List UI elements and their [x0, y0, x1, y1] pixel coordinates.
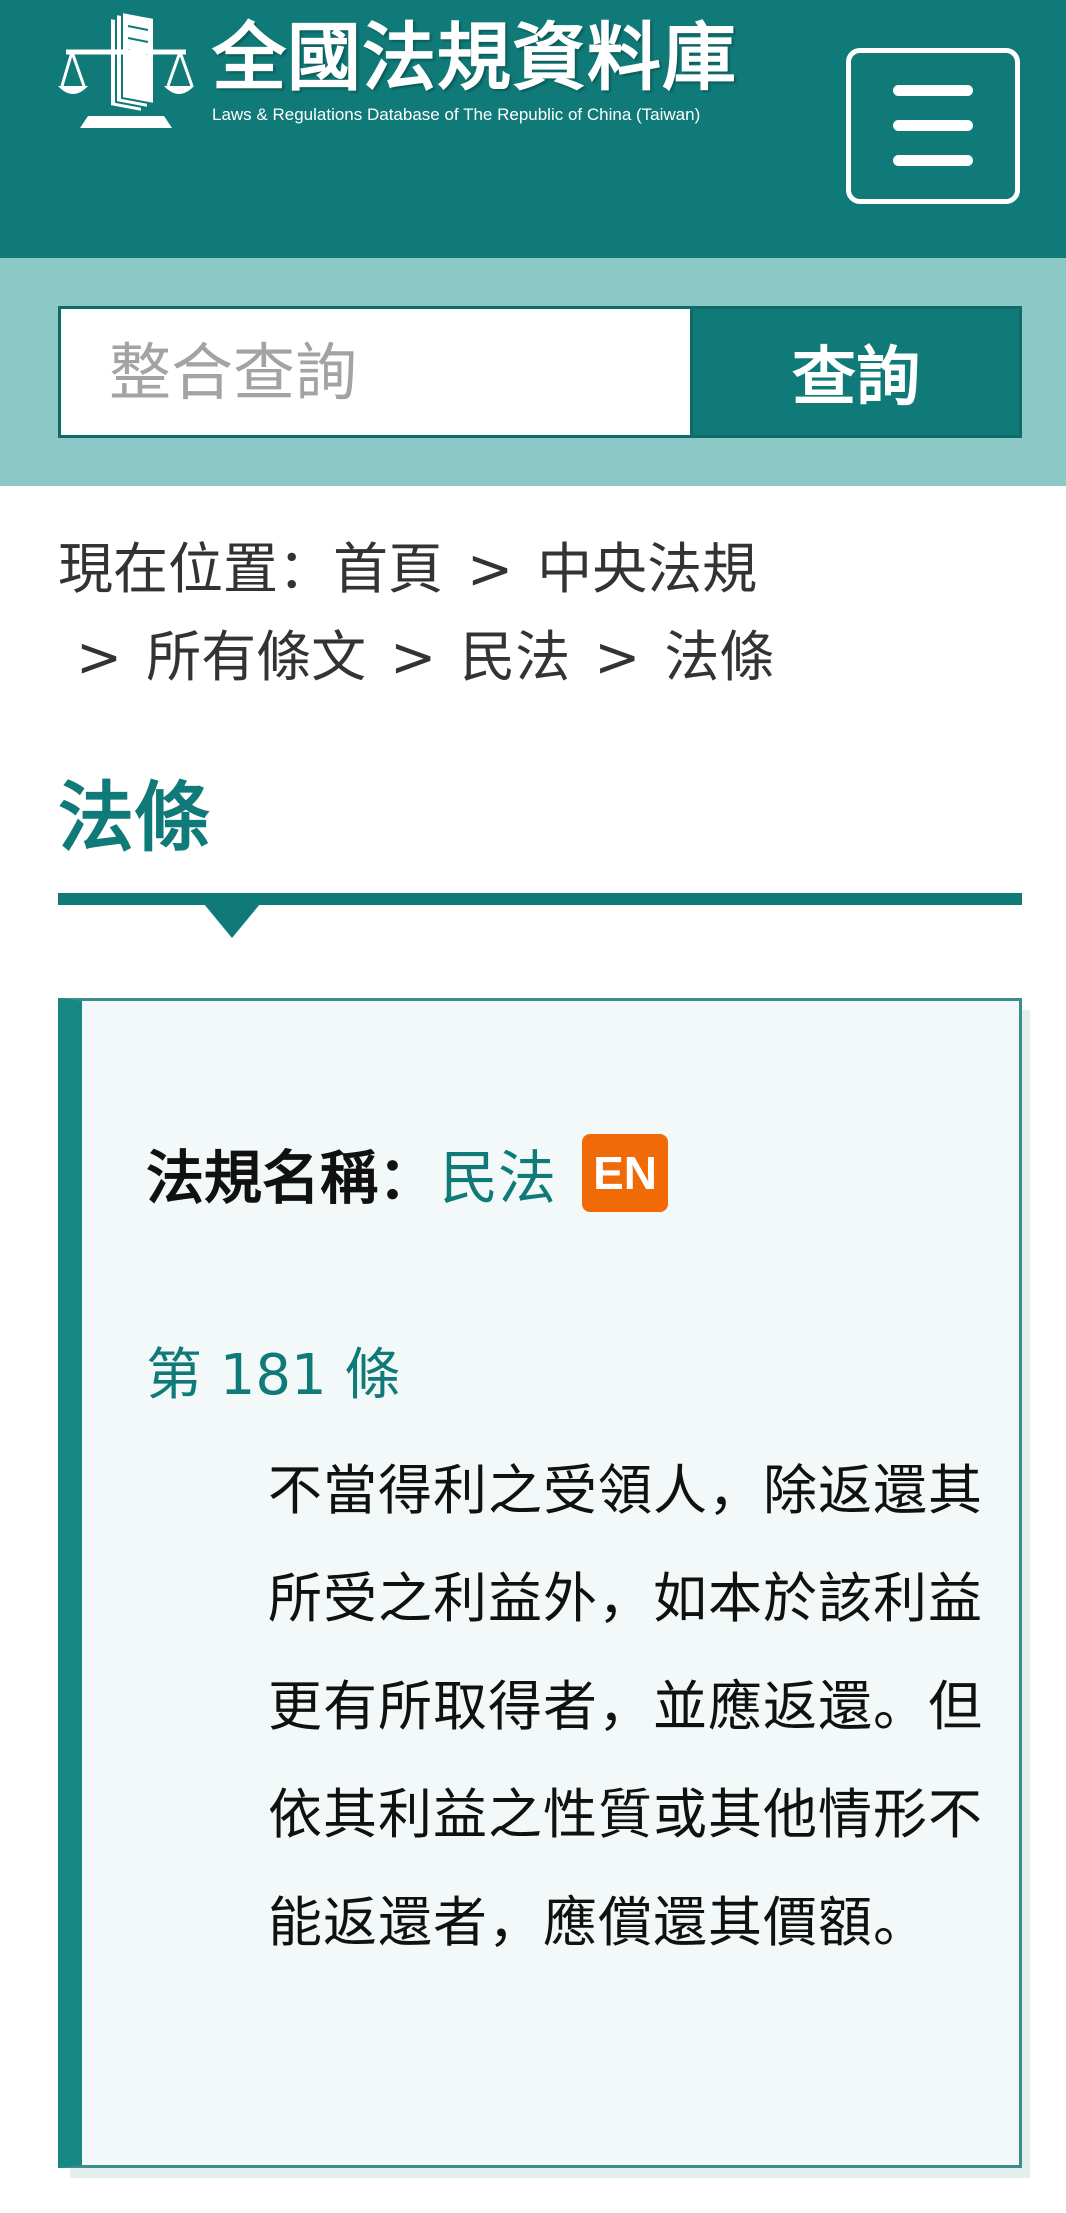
- breadcrumb-separator: >: [467, 537, 514, 601]
- english-version-badge[interactable]: EN: [582, 1134, 669, 1212]
- search-button[interactable]: 查詢: [690, 306, 1022, 438]
- breadcrumb-separator: >: [76, 625, 123, 689]
- law-article-card: 法規名稱： 民法 EN 第 181 條 不當得利之受領人，除返還其所受之利益外，…: [58, 998, 1022, 2168]
- title-pointer-icon: [204, 904, 260, 938]
- breadcrumb-current: 法條: [664, 625, 775, 689]
- breadcrumb-separator: >: [594, 625, 641, 689]
- site-logo-link[interactable]: [58, 10, 194, 130]
- law-name-link[interactable]: 民法: [440, 1131, 556, 1215]
- breadcrumb-label: 現在位置：: [58, 537, 334, 601]
- menu-button[interactable]: [846, 48, 1020, 204]
- breadcrumb-central-regulations[interactable]: 中央法規: [537, 537, 757, 601]
- site-subtitle: Laws & Regulations Database of The Repub…: [212, 105, 701, 124]
- site-header: 全國法規資料庫 Laws & Regulations Database of T…: [0, 0, 1066, 258]
- article-text: 不當得利之受領人，除返還其所受之利益外，如本於該利益更有所取得者，並應返還。但依…: [268, 1459, 983, 1954]
- article-number-link[interactable]: 第 181 條: [146, 1336, 401, 1416]
- site-title: 全國法規資料庫: [212, 15, 737, 101]
- search-bar: 查詢: [0, 258, 1066, 486]
- law-name-label: 法規名稱：: [146, 1144, 437, 1212]
- breadcrumb-separator: >: [390, 625, 437, 689]
- search-input[interactable]: [58, 306, 690, 438]
- law-name-row: 法規名稱： 民法 EN: [146, 1131, 669, 1215]
- page-title: 法條: [58, 773, 210, 862]
- breadcrumb: 現在位置：首頁 > 中央法規 > 所有條文 > 民法 > 法條: [58, 525, 1018, 701]
- breadcrumb-home[interactable]: 首頁: [333, 537, 443, 601]
- breadcrumb-all-articles[interactable]: 所有條文: [146, 625, 366, 689]
- title-divider: [58, 893, 1022, 905]
- scales-book-icon: [58, 10, 194, 128]
- breadcrumb-civil-code[interactable]: 民法: [460, 625, 570, 689]
